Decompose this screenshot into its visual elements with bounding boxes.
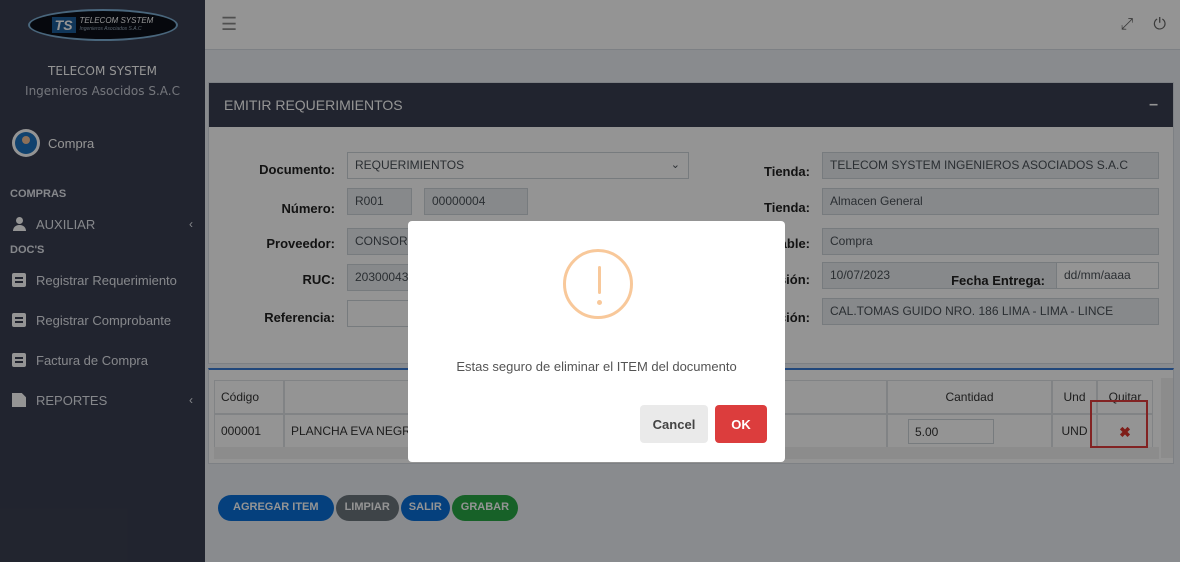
cancel-button[interactable]: Cancel bbox=[640, 405, 708, 443]
warning-icon bbox=[563, 249, 633, 319]
dialog-message: Estas seguro de eliminar el ITEM del doc… bbox=[456, 359, 737, 374]
confirm-dialog: Estas seguro de eliminar el ITEM del doc… bbox=[408, 221, 785, 462]
ok-button[interactable]: OK bbox=[715, 405, 767, 443]
